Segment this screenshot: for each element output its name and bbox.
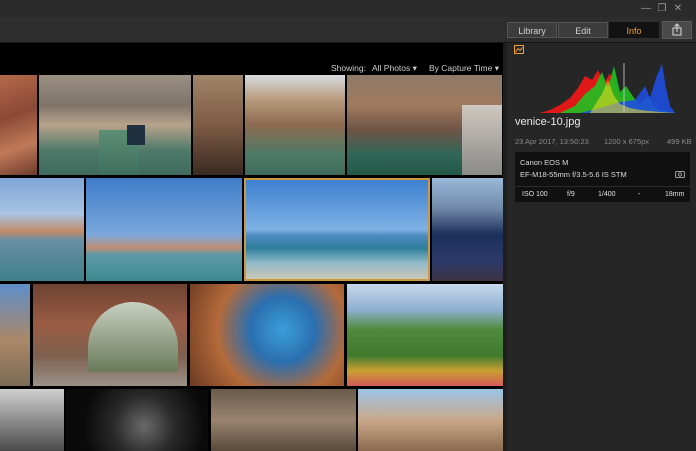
histogram-icon[interactable] — [514, 45, 524, 54]
photo-thumbnail-selected[interactable] — [244, 178, 430, 281]
photo-thumbnail[interactable] — [0, 75, 37, 175]
photo-thumbnail[interactable] — [39, 75, 191, 175]
photo-thumbnail[interactable] — [0, 389, 64, 451]
shutter-value: 1/400 — [598, 191, 616, 198]
photo-thumbnail[interactable] — [33, 284, 187, 386]
mode-tabs: Library Edit Info — [507, 22, 660, 38]
lens-model: EF-M18-55mm f/3.5-5.6 IS STM — [520, 170, 627, 179]
divider — [515, 186, 690, 187]
minimize-icon[interactable]: — — [640, 3, 652, 14]
photo-thumbnail[interactable] — [211, 389, 356, 451]
aperture-value: f/9 — [567, 191, 575, 198]
restore-icon[interactable]: ❐ — [656, 3, 668, 14]
share-icon — [672, 23, 682, 36]
tab-edit[interactable]: Edit — [558, 22, 608, 38]
title-bar: — ❐ ✕ — [0, 0, 696, 17]
tab-library[interactable]: Library — [507, 22, 557, 38]
iso-value: ISO 100 — [522, 191, 548, 198]
photo-thumbnail[interactable] — [0, 178, 84, 281]
showing-filter-value: All Photos — [372, 63, 411, 73]
photo-thumbnail[interactable] — [0, 284, 30, 386]
camera-model: Canon EOS M — [520, 158, 569, 167]
focal-length-value: 18mm — [665, 191, 685, 198]
image-dimensions: 1200 x 675px — [604, 137, 650, 146]
file-size: 499 KB — [667, 137, 692, 146]
photo-thumbnail[interactable] — [347, 75, 502, 175]
histogram — [540, 63, 675, 113]
share-button[interactable] — [662, 21, 692, 39]
sort-dropdown[interactable]: By Capture Time ▾ — [429, 63, 499, 74]
capture-date: 23 Apr 2017, 13:50:23 — [515, 137, 589, 146]
photo-thumbnail[interactable] — [245, 75, 345, 175]
photo-thumbnail[interactable] — [86, 178, 242, 281]
file-name: venice-10.jpg — [515, 116, 581, 128]
chevron-down-icon: ▾ — [412, 63, 417, 73]
chevron-down-icon: ▾ — [494, 63, 499, 73]
photo-thumbnail[interactable] — [190, 284, 344, 386]
exposure-compensation-value: - — [638, 191, 641, 198]
photo-thumbnail[interactable] — [432, 178, 503, 281]
photo-thumbnail[interactable] — [66, 389, 208, 451]
photo-thumbnail[interactable] — [347, 284, 503, 386]
photo-thumbnail[interactable] — [193, 75, 243, 175]
sort-value: By Capture Time — [429, 63, 493, 73]
showing-filter-dropdown[interactable]: All Photos ▾ — [372, 63, 417, 74]
close-icon[interactable]: ✕ — [672, 3, 684, 14]
photo-thumbnail[interactable] — [358, 389, 503, 451]
tab-info[interactable]: Info — [609, 22, 659, 38]
showing-label: Showing: — [331, 63, 366, 73]
filter-bar: Showing: All Photos ▾ By Capture Time ▾ — [0, 63, 503, 75]
camera-icon — [675, 171, 685, 178]
